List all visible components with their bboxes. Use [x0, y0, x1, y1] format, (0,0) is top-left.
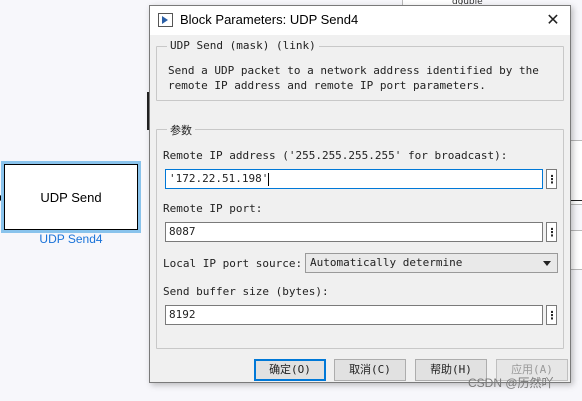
- mask-description-group: UDP Send (mask) (link) Send a UDP packet…: [156, 39, 564, 101]
- send-buffer-input[interactable]: 8192: [165, 305, 543, 325]
- remote-port-input[interactable]: 8087: [165, 222, 543, 242]
- send-buffer-ellipsis-button[interactable]: ⋮: [546, 305, 558, 325]
- close-icon[interactable]: ✕: [542, 10, 564, 30]
- csdn-watermark: CSDN @历然吖: [468, 376, 554, 390]
- udp-send-block-label: UDP Send: [40, 189, 102, 205]
- send-buffer-label: Send buffer size (bytes):: [163, 285, 329, 298]
- remote-ip-value: '172.22.51.198': [169, 172, 269, 185]
- remote-ip-input[interactable]: '172.22.51.198': [165, 169, 543, 189]
- remote-port-value: 8087: [169, 225, 196, 238]
- local-port-source-value: Automatically determine: [310, 256, 463, 269]
- local-port-source-label: Local IP port source:: [163, 257, 303, 270]
- simulink-block-icon: [158, 13, 173, 27]
- udp-send-block-name[interactable]: UDP Send4: [4, 232, 138, 246]
- remote-ip-label: Remote IP address ('255.255.255.255' for…: [163, 149, 508, 162]
- mask-group-title: UDP Send (mask) (link): [167, 39, 319, 52]
- send-buffer-value: 8192: [169, 308, 196, 321]
- chevron-down-icon: [543, 261, 551, 266]
- description-line-1: Send a UDP packet to a network address i…: [168, 64, 539, 77]
- dialog-titlebar[interactable]: Block Parameters: UDP Send4 ✕: [150, 6, 570, 35]
- description-line-2: remote IP address and remote IP port par…: [168, 79, 486, 92]
- dialog-title: Block Parameters: UDP Send4: [180, 12, 359, 27]
- parameters-group-title: 参数: [167, 122, 195, 138]
- text-caret: [268, 172, 270, 186]
- cancel-button[interactable]: 取消(C): [334, 359, 406, 381]
- udp-send-block[interactable]: UDP Send: [4, 164, 138, 230]
- remote-ip-ellipsis-button[interactable]: ⋮: [546, 169, 558, 189]
- background-signal-line-right: [571, 200, 582, 201]
- ok-button[interactable]: 确定(O): [254, 359, 326, 381]
- local-port-source-select[interactable]: Automatically determine: [305, 253, 558, 273]
- block-parameters-dialog: Block Parameters: UDP Send4 ✕ UDP Send (…: [149, 5, 571, 383]
- remote-port-ellipsis-button[interactable]: ⋮: [546, 222, 558, 242]
- remote-port-label: Remote IP port:: [163, 202, 263, 215]
